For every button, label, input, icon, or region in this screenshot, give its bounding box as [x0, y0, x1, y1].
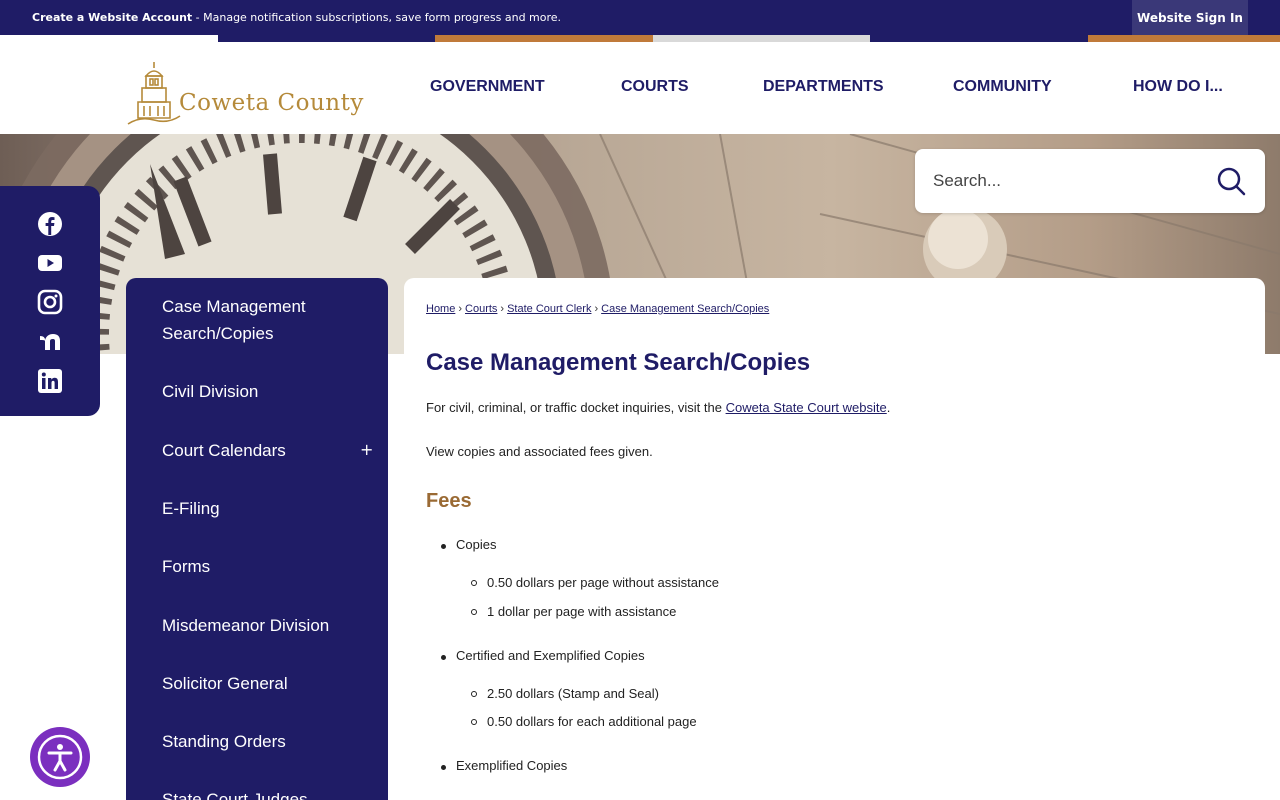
search-icon[interactable] [1215, 165, 1247, 197]
social-links [0, 186, 100, 416]
nav-courts[interactable]: COURTS [621, 78, 689, 96]
nav-how-do-i[interactable]: HOW DO I... [1133, 78, 1223, 96]
bullet-icon [441, 765, 446, 770]
website-sign-in-button[interactable]: Website Sign In [1132, 0, 1248, 35]
bullet-icon [441, 655, 446, 660]
fee-certified-label: Certified and Exemplified Copies [456, 648, 645, 663]
section-sidebar-menu: Case Management Search/Copies Civil Divi… [126, 278, 388, 800]
accessibility-icon [37, 734, 83, 780]
search-input[interactable] [933, 167, 1203, 195]
fee-copies-item: 1 dollar per page with assistance [487, 604, 677, 619]
bullet-icon [441, 544, 446, 549]
nav-government[interactable]: GOVERNMENT [430, 78, 545, 96]
expand-court-calendars-button[interactable]: + [360, 440, 373, 459]
nav-departments[interactable]: DEPARTMENTS [763, 78, 884, 96]
sidebar-item-civil-division[interactable]: Civil Division [162, 378, 372, 405]
logo-text: Coweta County [179, 90, 364, 116]
coweta-county-logo[interactable]: Coweta County [124, 58, 384, 128]
top-bar: Create a Website Account - Manage notifi… [0, 0, 1280, 35]
linkedin-icon[interactable] [37, 368, 63, 394]
youtube-icon[interactable] [37, 250, 63, 276]
intro-text: For civil, criminal, or traffic docket i… [426, 400, 726, 415]
main-content: Home › Courts › State Court Clerk › Case Manag… [404, 278, 1265, 800]
breadcrumb-current[interactable]: Case Management Search/Copies [601, 303, 769, 315]
color-stripes [0, 35, 1280, 42]
intro-end: . [886, 400, 891, 415]
instagram-icon[interactable] [37, 289, 63, 315]
account-description: - Manage notification subscriptions, sav… [192, 11, 562, 24]
fee-copies-item: 0.50 dollars per page without assistance [487, 575, 719, 590]
view-copies-text: View copies and associated fees given. [426, 444, 653, 459]
breadcrumb-separator: › [594, 303, 599, 315]
sub-bullet-icon [471, 609, 477, 615]
sidebar-item-e-filing[interactable]: E-Filing [162, 495, 372, 522]
accessibility-button[interactable] [30, 727, 90, 787]
account-message: Create a Website Account - Manage notifi… [32, 11, 561, 24]
sidebar-item-standing-orders[interactable]: Standing Orders [162, 728, 372, 755]
facebook-icon[interactable] [37, 211, 63, 237]
sidebar-item-misdemeanor-division[interactable]: Misdemeanor Division [162, 612, 372, 639]
page-title: Case Management Search/Copies [426, 349, 811, 376]
fee-copies-label: Copies [456, 537, 497, 552]
breadcrumb: Home › Courts › State Court Clerk › Case Manag… [426, 303, 769, 315]
sub-bullet-icon [471, 580, 477, 586]
breadcrumb-separator: › [500, 303, 505, 315]
site-header: Coweta County GOVERNMENT COURTS DEPARTME… [0, 42, 1280, 134]
fee-certified-item: 2.50 dollars (Stamp and Seal) [487, 686, 659, 701]
breadcrumb-home[interactable]: Home [426, 303, 455, 315]
fee-exemplified-label: Exemplified Copies [456, 758, 568, 773]
fees-heading: Fees [426, 490, 472, 512]
breadcrumb-separator: › [458, 303, 463, 315]
courthouse-icon [127, 62, 181, 125]
intro-paragraph: For civil, criminal, or traffic docket i… [426, 400, 890, 415]
breadcrumb-state-court-clerk[interactable]: State Court Clerk [507, 303, 591, 315]
coweta-state-court-link[interactable]: Coweta State Court website [726, 400, 887, 415]
sidebar-item-solicitor-general[interactable]: Solicitor General [162, 670, 372, 697]
sidebar-item-state-court-judges[interactable]: State Court Judges [162, 786, 372, 800]
sub-bullet-icon [471, 691, 477, 697]
nextdoor-icon[interactable] [37, 328, 63, 354]
fee-certified-item: 0.50 dollars for each additional page [487, 714, 697, 729]
breadcrumb-courts[interactable]: Courts [465, 303, 497, 315]
sidebar-item-forms[interactable]: Forms [162, 553, 372, 580]
sub-bullet-icon [471, 719, 477, 725]
nav-community[interactable]: COMMUNITY [953, 78, 1052, 96]
site-search [915, 149, 1265, 213]
sidebar-item-court-calendars[interactable]: Court Calendars [162, 437, 372, 464]
create-account-link[interactable]: Create a Website Account [32, 11, 192, 24]
sidebar-item-case-management[interactable]: Case Management Search/Copies [162, 293, 372, 347]
